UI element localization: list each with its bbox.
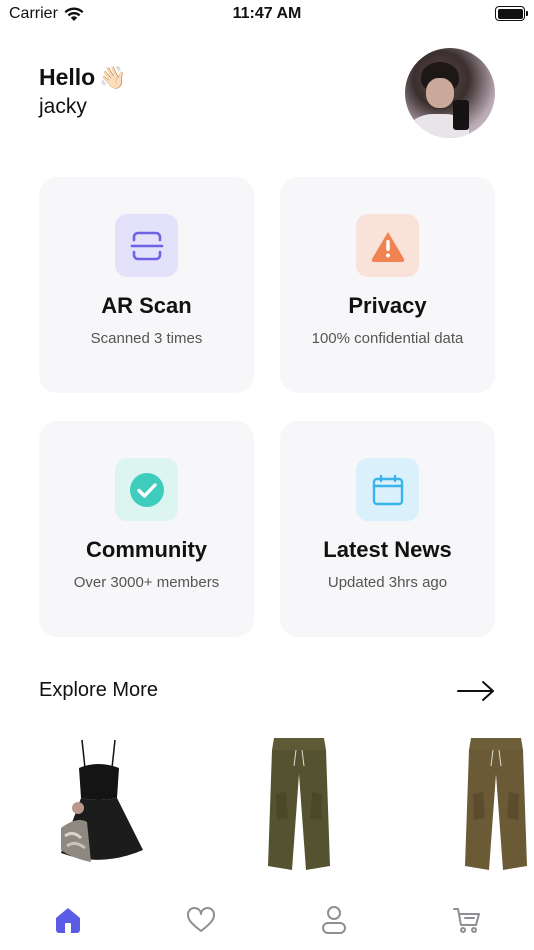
black-dress-image[interactable] (55, 738, 145, 868)
warning-icon (356, 214, 419, 277)
tab-bar (0, 890, 534, 950)
explore-more-title: Explore More (39, 679, 158, 701)
check-circle-icon (115, 458, 178, 521)
calendar-icon (356, 458, 419, 521)
scan-icon (115, 214, 178, 277)
card-subtitle: Updated 3hrs ago (327, 574, 448, 591)
arrow-right-icon[interactable] (456, 679, 496, 703)
profile-icon (322, 906, 346, 934)
card-community[interactable]: Community Over 3000+ members (39, 421, 254, 637)
card-subtitle: Scanned 3 times (90, 330, 203, 347)
tab-cart[interactable] (451, 904, 483, 936)
heart-icon (187, 907, 215, 932)
card-title: AR Scan (101, 293, 192, 318)
card-privacy[interactable]: Privacy 100% confidential data (280, 177, 495, 393)
battery-icon (495, 6, 528, 21)
card-subtitle: Over 3000+ members (73, 574, 220, 591)
card-title: Privacy (348, 293, 427, 318)
card-ar-scan[interactable]: AR Scan Scanned 3 times (39, 177, 254, 393)
avatar[interactable] (405, 48, 495, 138)
card-subtitle: 100% confidential data (311, 330, 464, 347)
hello-text: Hello (39, 64, 96, 90)
hello-row: Hello 👋🏻 (39, 64, 127, 91)
cargo-pants-image[interactable] (463, 734, 529, 874)
card-title: Latest News (323, 537, 452, 562)
card-latest-news[interactable]: Latest News Updated 3hrs ago (280, 421, 495, 637)
tab-profile[interactable] (318, 904, 350, 936)
clock: 11:47 AM (232, 5, 302, 22)
status-bar: Carrier 11:47 AM (0, 0, 534, 28)
tab-home[interactable] (52, 904, 84, 936)
tab-favorites[interactable] (185, 904, 217, 936)
greeting: Hello 👋🏻 jacky (39, 64, 127, 119)
cargo-pants-image[interactable] (266, 734, 332, 874)
home-icon (56, 908, 80, 933)
card-title: Community (86, 537, 207, 562)
username: jacky (39, 95, 87, 118)
cart-icon (453, 908, 480, 933)
wave-icon: 👋🏻 (99, 64, 127, 90)
